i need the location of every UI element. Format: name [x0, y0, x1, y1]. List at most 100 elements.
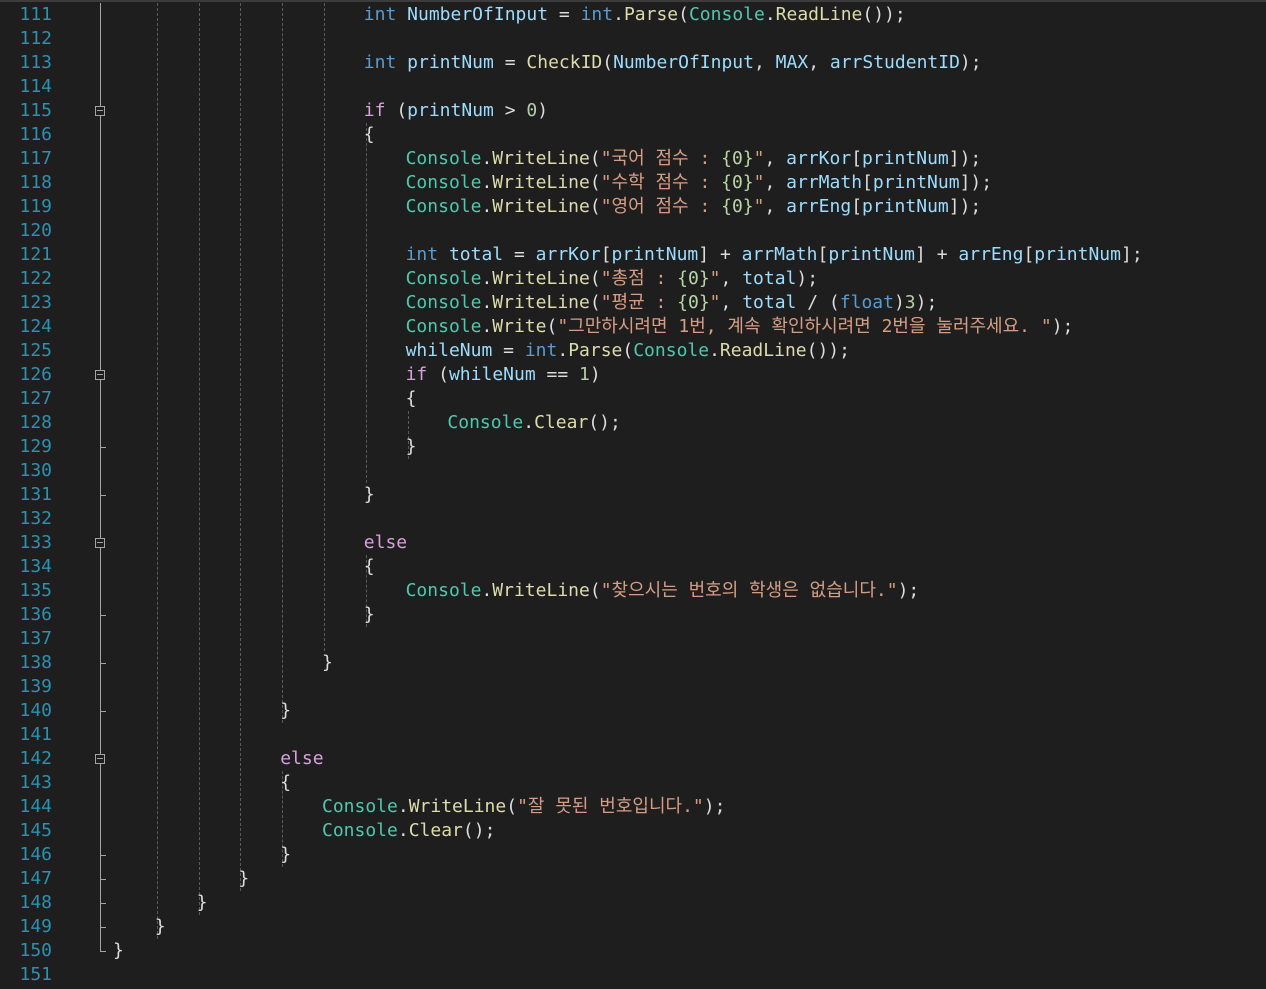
code-line[interactable]: 151	[0, 963, 1266, 987]
line-number: 124	[19, 316, 52, 337]
line-number: 151	[19, 964, 52, 985]
line-number: 119	[19, 196, 52, 217]
code-line[interactable]: 122 Console.WriteLine("총점 : {0}", total);	[0, 267, 1266, 291]
line-number: 143	[19, 772, 52, 793]
line-code: }	[405, 436, 417, 457]
line-number: 115	[19, 100, 52, 121]
line-code: Console.Write("그만하시려면 1번, 계속 확인하시려면 2번을 …	[405, 316, 1074, 337]
code-line[interactable]: 137	[0, 627, 1266, 651]
line-number: 131	[19, 484, 52, 505]
code-line[interactable]: 113 int printNum = CheckID(NumberOfInput,…	[0, 51, 1266, 75]
line-number: 116	[19, 124, 52, 145]
line-number: 132	[19, 508, 52, 529]
line-number: 150	[19, 940, 52, 961]
line-number: 127	[19, 388, 52, 409]
code-line[interactable]: 141	[0, 723, 1266, 747]
code-line[interactable]: 115 if (printNum > 0)	[0, 99, 1266, 123]
line-number: 139	[19, 676, 52, 697]
line-code: Console.WriteLine("평균 : {0}", total / (f…	[405, 292, 938, 313]
line-code: else	[363, 532, 408, 553]
line-code: Console.WriteLine("수학 점수 : {0}", arrMath…	[405, 172, 993, 193]
line-code: }	[363, 604, 375, 625]
line-number: 130	[19, 460, 52, 481]
code-line[interactable]: 127 {	[0, 387, 1266, 411]
line-code: else	[280, 748, 324, 769]
code-line[interactable]: 149}	[0, 915, 1266, 939]
line-code: Console.Clear();	[447, 412, 621, 433]
code-line[interactable]: 148}	[0, 891, 1266, 915]
line-code: int total = arrKor[printNum] + arrMath[p…	[405, 244, 1143, 265]
code-line[interactable]: 111 int NumberOfInput = int.Parse(Console…	[0, 3, 1266, 27]
line-code: Console.WriteLine("국어 점수 : {0}", arrKor[…	[405, 148, 982, 169]
line-number: 122	[19, 268, 52, 289]
line-code: }	[280, 700, 292, 721]
code-line[interactable]: 119 Console.WriteLine("영어 점수 : {0}", arrE…	[0, 195, 1266, 219]
code-line[interactable]: 142 else	[0, 747, 1266, 771]
code-line[interactable]: 138}	[0, 651, 1266, 675]
line-number: 144	[19, 796, 52, 817]
line-number: 128	[19, 412, 52, 433]
line-number: 125	[19, 340, 52, 361]
line-code: int NumberOfInput = int.Parse(Console.Re…	[363, 4, 906, 25]
line-number: 149	[19, 916, 52, 937]
code-line[interactable]: 143 {	[0, 771, 1266, 795]
code-line[interactable]: 146}	[0, 843, 1266, 867]
line-code: }	[322, 652, 333, 673]
line-code: Console.Clear();	[322, 820, 496, 841]
code-line[interactable]: 117 Console.WriteLine("국어 점수 : {0}", arrK…	[0, 147, 1266, 171]
code-line[interactable]: 124 Console.Write("그만하시려면 1번, 계속 확인하시려면 2…	[0, 315, 1266, 339]
line-number: 135	[19, 580, 52, 601]
code-line[interactable]: 126 if (whileNum == 1)	[0, 363, 1266, 387]
line-number: 129	[19, 436, 52, 457]
code-line[interactable]: 112	[0, 27, 1266, 51]
line-code: }	[196, 892, 208, 913]
line-code: }	[113, 940, 124, 961]
line-code: int printNum = CheckID(NumberOfInput, MA…	[363, 52, 982, 73]
line-number: 117	[19, 148, 52, 169]
line-code: Console.WriteLine("찾으시는 번호의 학생은 없습니다.");	[405, 580, 920, 601]
code-line[interactable]: 128 Console.Clear();	[0, 411, 1266, 435]
code-line[interactable]: 121 int total = arrKor[printNum] + arrMat…	[0, 243, 1266, 267]
code-line[interactable]: 144 Console.WriteLine("잘 못된 번호입니다.");	[0, 795, 1266, 819]
line-number: 140	[19, 700, 52, 721]
line-number: 147	[19, 868, 52, 889]
line-code: }	[154, 916, 166, 937]
code-line[interactable]: 131}	[0, 483, 1266, 507]
code-line[interactable]: 130	[0, 459, 1266, 483]
line-number: 146	[19, 844, 52, 865]
line-code: if (printNum > 0)	[363, 100, 549, 121]
code-editor[interactable]: 111 int NumberOfInput = int.Parse(Console…	[0, 0, 1266, 989]
code-line[interactable]: 140}	[0, 699, 1266, 723]
line-number: 134	[19, 556, 52, 577]
code-line[interactable]: 120	[0, 219, 1266, 243]
line-code: {	[280, 772, 292, 793]
code-line[interactable]: 132	[0, 507, 1266, 531]
code-line[interactable]: 147}	[0, 867, 1266, 891]
code-line[interactable]: 116 {	[0, 123, 1266, 147]
line-code: Console.WriteLine("잘 못된 번호입니다.");	[322, 796, 726, 817]
code-line[interactable]: 123 Console.WriteLine("평균 : {0}", total /…	[0, 291, 1266, 315]
line-number: 142	[19, 748, 52, 769]
code-line[interactable]: 129}	[0, 435, 1266, 459]
line-number: 112	[19, 28, 52, 49]
line-number: 148	[19, 892, 52, 913]
line-code: {	[363, 556, 375, 577]
code-line[interactable]: 136}	[0, 603, 1266, 627]
code-line[interactable]: 118 Console.WriteLine("수학 점수 : {0}", arrM…	[0, 171, 1266, 195]
code-line[interactable]: 150}	[0, 939, 1266, 963]
line-number: 133	[19, 532, 52, 553]
code-line[interactable]: 114	[0, 75, 1266, 99]
code-line[interactable]: 139	[0, 675, 1266, 699]
code-line[interactable]: 133 else	[0, 531, 1266, 555]
line-number: 121	[19, 244, 52, 265]
code-line[interactable]: 125 whileNum = int.Parse(Console.ReadLine…	[0, 339, 1266, 363]
line-number: 113	[19, 52, 52, 73]
line-number: 111	[19, 4, 52, 25]
line-code: if (whileNum == 1)	[405, 364, 601, 385]
line-number: 145	[19, 820, 52, 841]
line-number: 136	[19, 604, 52, 625]
code-line[interactable]: 135 Console.WriteLine("찾으시는 번호의 학생은 없습니다.…	[0, 579, 1266, 603]
code-line[interactable]: 134 {	[0, 555, 1266, 579]
line-number: 123	[19, 292, 52, 313]
code-line[interactable]: 145 Console.Clear();	[0, 819, 1266, 843]
